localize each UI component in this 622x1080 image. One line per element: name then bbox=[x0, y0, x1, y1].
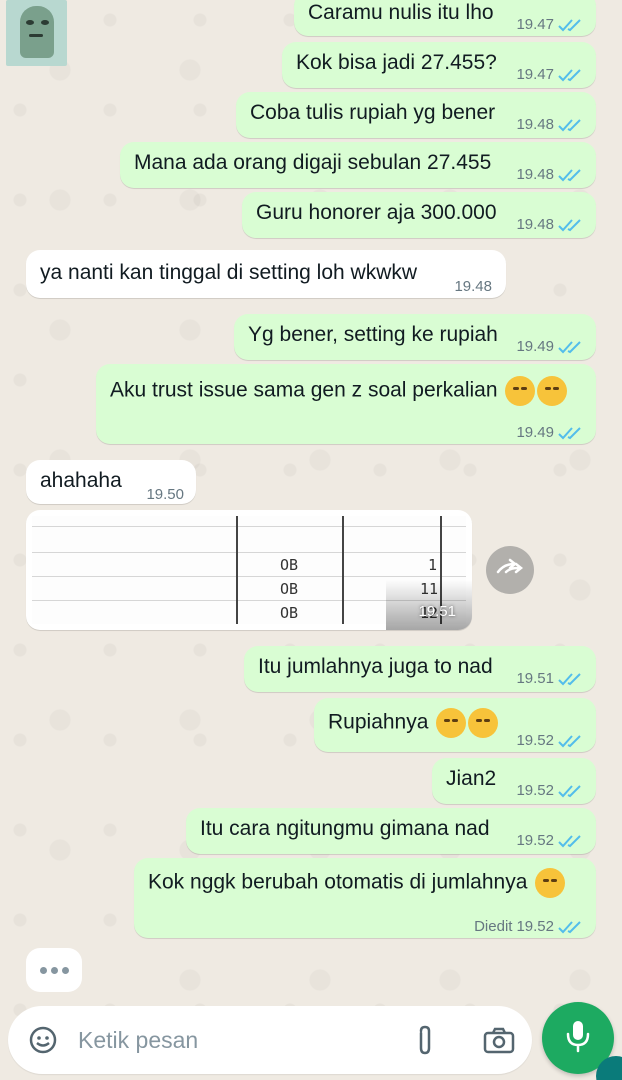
message-text: Caramu nulis itu lho bbox=[308, 1, 494, 24]
message-text: Guru honorer aja 300.000 bbox=[256, 201, 497, 224]
message-text: Kok bisa jadi 27.455? bbox=[296, 51, 497, 74]
read-receipt-icon bbox=[558, 783, 584, 799]
message-time: 19.52 bbox=[516, 782, 554, 799]
forward-button[interactable] bbox=[486, 546, 534, 594]
message-time: 19.52 bbox=[516, 918, 554, 935]
read-receipt-icon bbox=[558, 217, 584, 233]
read-receipt-icon bbox=[558, 733, 584, 749]
image-message[interactable]: OB OB OB 1 11 12 19.51 bbox=[26, 510, 472, 630]
message-text: ahahaha bbox=[40, 469, 122, 492]
message-text: ya nanti kan tinggal di setting loh wkwk… bbox=[40, 261, 418, 284]
message-time: 19.49 bbox=[516, 424, 554, 441]
message-text: Rupiahnya bbox=[328, 708, 499, 738]
message-time: 19.48 bbox=[454, 278, 492, 295]
message-time: 19.47 bbox=[516, 16, 554, 33]
outgoing-message[interactable]: Jian2 19.52 bbox=[432, 758, 596, 804]
message-input[interactable] bbox=[78, 1020, 398, 1060]
read-receipt-icon bbox=[558, 339, 584, 355]
outgoing-message[interactable]: Caramu nulis itu lho 19.47 bbox=[294, 0, 596, 36]
read-receipt-icon bbox=[558, 167, 584, 183]
typing-indicator bbox=[26, 948, 82, 992]
message-time: 19.48 bbox=[516, 116, 554, 133]
outgoing-message[interactable]: Guru honorer aja 300.000 19.48 bbox=[242, 192, 596, 238]
message-time: 19.51 bbox=[516, 670, 554, 687]
tired-face-emoji bbox=[468, 708, 499, 738]
forward-icon bbox=[496, 558, 524, 583]
read-receipt-icon bbox=[558, 67, 584, 83]
message-text: Kok nggk berubah otomatis di jumlahnya bbox=[148, 868, 566, 898]
outgoing-message[interactable]: Kok bisa jadi 27.455? 19.47 bbox=[282, 42, 596, 88]
message-text: Aku trust issue sama gen z soal perkalia… bbox=[110, 376, 568, 406]
read-receipt-icon bbox=[558, 425, 584, 441]
message-text: Jian2 bbox=[446, 767, 497, 790]
message-text: Itu cara ngitungmu gimana nad bbox=[200, 817, 490, 840]
message-time: 19.50 bbox=[146, 486, 184, 503]
read-receipt-icon bbox=[558, 833, 584, 849]
read-receipt-icon bbox=[558, 117, 584, 133]
incoming-message[interactable]: ahahaha 19.50 bbox=[26, 460, 196, 504]
message-text: Coba tulis rupiah yg bener bbox=[250, 101, 496, 124]
outgoing-message[interactable]: Yg bener, setting ke rupiah 19.49 bbox=[234, 314, 596, 360]
paperclip-icon[interactable] bbox=[408, 1023, 442, 1057]
read-receipt-icon bbox=[558, 919, 584, 935]
outgoing-message[interactable]: Mana ada orang digaji sebulan 27.455 19.… bbox=[120, 142, 596, 188]
message-composer bbox=[8, 1006, 532, 1074]
outgoing-message[interactable]: Aku trust issue sama gen z soal perkalia… bbox=[96, 364, 596, 444]
message-time: 19.49 bbox=[516, 338, 554, 355]
message-text: Yg bener, setting ke rupiah bbox=[248, 323, 498, 346]
mic-icon bbox=[565, 1019, 591, 1058]
outgoing-message[interactable]: Itu jumlahnya juga to nad 19.51 bbox=[244, 646, 596, 692]
message-time: 19.52 bbox=[516, 832, 554, 849]
sticker-icon[interactable] bbox=[26, 1023, 60, 1057]
message-time: 19.48 bbox=[516, 216, 554, 233]
sneezing-emoji bbox=[537, 376, 568, 406]
edited-label: Diedit bbox=[474, 918, 513, 935]
message-time: 19.52 bbox=[516, 732, 554, 749]
read-receipt-icon bbox=[558, 17, 584, 33]
message-text: Itu jumlahnya juga to nad bbox=[258, 655, 493, 678]
message-time: 19.47 bbox=[516, 66, 554, 83]
outgoing-message[interactable]: Rupiahnya 19.52 bbox=[314, 698, 596, 752]
tired-face-emoji bbox=[436, 708, 467, 738]
contact-avatar[interactable] bbox=[6, 0, 67, 66]
outgoing-message[interactable]: Coba tulis rupiah yg bener 19.48 bbox=[236, 92, 596, 138]
outgoing-message[interactable]: Kok nggk berubah otomatis di jumlahnya D… bbox=[134, 858, 596, 938]
read-receipt-icon bbox=[558, 671, 584, 687]
sneezing-emoji bbox=[535, 868, 566, 898]
rolling-laughing-emoji bbox=[505, 376, 536, 406]
outgoing-message[interactable]: Itu cara ngitungmu gimana nad 19.52 bbox=[186, 808, 596, 854]
message-text: Mana ada orang digaji sebulan 27.455 bbox=[134, 151, 492, 174]
message-time: 19.51 bbox=[418, 603, 456, 620]
incoming-message[interactable]: ya nanti kan tinggal di setting loh wkwk… bbox=[26, 250, 506, 298]
message-time: 19.48 bbox=[516, 166, 554, 183]
camera-icon[interactable] bbox=[482, 1023, 516, 1057]
